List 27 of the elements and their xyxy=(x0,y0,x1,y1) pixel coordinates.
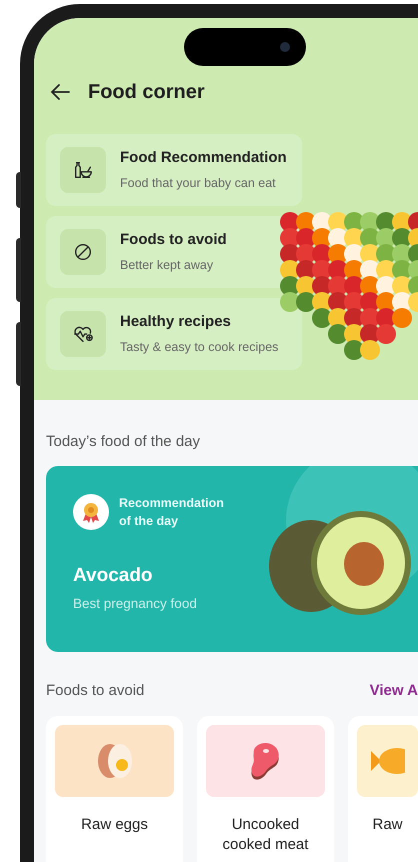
back-arrow-icon[interactable] xyxy=(50,83,70,101)
menu-subtitle: Food that your baby can eat xyxy=(120,175,277,192)
menu-subtitle: Tasty & easy to cook recipes xyxy=(120,339,278,356)
food-card[interactable]: Raw eggs xyxy=(46,716,183,862)
section-heading: Today’s food of the day xyxy=(46,432,201,452)
menu-card[interactable]: Foods to avoid Better kept away xyxy=(46,216,302,288)
food-label: Raw xyxy=(371,815,404,835)
food-name: Avocado xyxy=(73,564,154,588)
food-label: Raw eggs xyxy=(80,815,149,835)
menu-subtitle: Better kept away xyxy=(120,257,214,274)
menu-title: Foods to avoid xyxy=(120,230,227,250)
food-card[interactable]: Uncooked cooked meat xyxy=(197,716,334,862)
menu-title: Food Recommendation xyxy=(120,148,287,168)
view-all-link[interactable]: View A xyxy=(370,680,418,702)
page-title: Food corner xyxy=(88,80,205,105)
section-heading: Foods to avoid xyxy=(46,680,144,700)
bottle-and-bowl-icon xyxy=(72,159,94,181)
camera-lens-icon xyxy=(280,42,290,52)
food-tagline: Best pregnancy food xyxy=(73,595,198,613)
menu-title: Healthy recipes xyxy=(120,312,232,332)
food-label: Uncooked cooked meat xyxy=(222,815,310,855)
menu-card[interactable]: Food Recommendation Food that your baby can eat xyxy=(46,134,302,206)
menu-card[interactable]: Healthy recipes Tasty & easy to cook recipes xyxy=(46,298,302,370)
badge-label: Recommendation of the day xyxy=(119,494,225,530)
prohibited-icon xyxy=(72,241,94,263)
medal-icon xyxy=(81,500,101,522)
food-card[interactable]: Raw xyxy=(348,716,418,862)
